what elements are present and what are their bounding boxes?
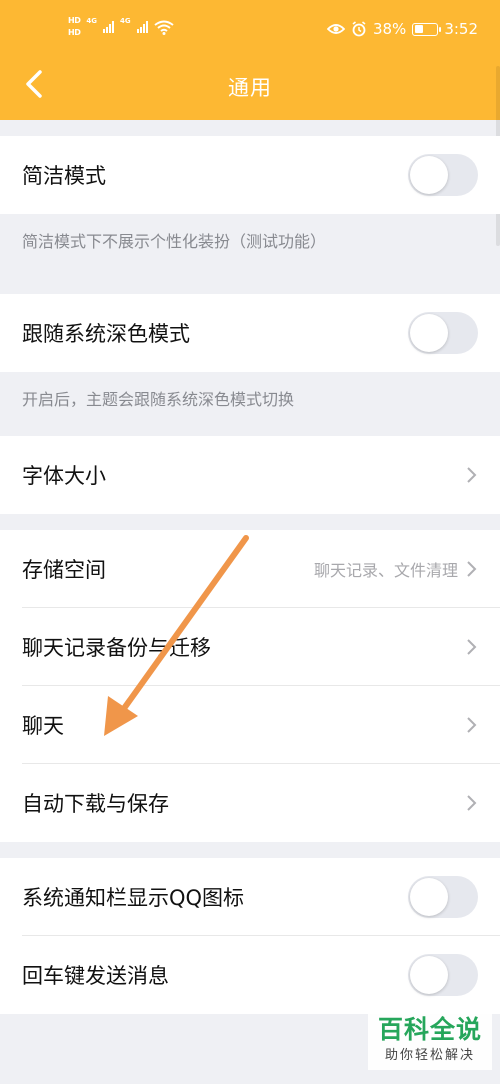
- setting-label: 系统通知栏显示QQ图标: [22, 886, 245, 910]
- page-title: 通用: [228, 76, 272, 100]
- status-bar: HD HD 4G 4G 38% 3:52: [0, 0, 500, 56]
- battery-icon: [412, 22, 442, 36]
- setting-row-notification-icon[interactable]: 系统通知栏显示QQ图标: [0, 858, 500, 936]
- setting-row-storage[interactable]: 存储空间 聊天记录、文件清理: [0, 530, 500, 608]
- setting-note: 简洁模式下不展示个性化装扮（测试功能）: [22, 232, 327, 251]
- chevron-right-icon: [467, 561, 477, 577]
- alarm-icon: [352, 21, 366, 37]
- setting-label: 回车键发送消息: [22, 964, 169, 988]
- setting-value: 聊天记录、文件清理: [313, 561, 458, 580]
- dark-mode-toggle[interactable]: [408, 312, 478, 354]
- network-type-1: 4G: [86, 17, 97, 25]
- watermark-title: 百科全说: [377, 1015, 482, 1044]
- setting-row-dark-mode[interactable]: 跟随系统深色模式: [0, 294, 500, 372]
- setting-row-enter-send[interactable]: 回车键发送消息: [0, 936, 500, 1014]
- eye-icon: [326, 24, 345, 34]
- setting-label: 跟随系统深色模式: [22, 322, 190, 346]
- hd-bottom-icon: HD: [68, 28, 81, 37]
- signal-icon: [102, 21, 114, 33]
- setting-label: 聊天: [22, 714, 64, 738]
- wifi-icon: [153, 20, 174, 35]
- nav-bar: 通用: [0, 56, 500, 120]
- notification-icon-toggle[interactable]: [408, 876, 478, 918]
- header: HD HD 4G 4G 38% 3:52 通用: [0, 0, 500, 120]
- setting-row-auto-download[interactable]: 自动下载与保存: [0, 764, 500, 842]
- network-type-2: 4G: [119, 17, 131, 25]
- setting-label: 字体大小: [22, 464, 106, 488]
- setting-label: 聊天记录备份与迁移: [22, 636, 211, 660]
- chevron-right-icon: [467, 639, 477, 655]
- status-left: HD HD 4G 4G: [68, 16, 174, 38]
- simple-mode-toggle[interactable]: [408, 154, 478, 196]
- battery-percent: 38%: [372, 20, 407, 38]
- watermark-logo: 百科全说 助你轻松解决: [368, 1008, 492, 1070]
- setting-row-chat[interactable]: 聊天: [0, 686, 500, 764]
- setting-label: 简洁模式: [22, 164, 106, 188]
- enter-send-toggle[interactable]: [408, 954, 478, 996]
- clock: 3:52: [444, 20, 478, 38]
- battery-level: [414, 25, 423, 33]
- setting-note: 开启后，主题会跟随系统深色模式切换: [22, 390, 295, 409]
- setting-row-font-size[interactable]: 字体大小: [0, 436, 500, 514]
- signal-icon-2: [136, 21, 148, 33]
- setting-row-simple-mode[interactable]: 简洁模式: [0, 136, 500, 214]
- chevron-right-icon: [467, 467, 477, 483]
- status-right: 38% 3:52: [326, 20, 478, 38]
- watermark-subtitle: 助你轻松解决: [384, 1048, 475, 1063]
- setting-label: 自动下载与保存: [22, 792, 169, 816]
- chevron-right-icon: [467, 795, 477, 811]
- setting-label: 存储空间: [22, 558, 106, 582]
- hd-top-icon: HD: [68, 16, 81, 25]
- setting-row-chat-backup[interactable]: 聊天记录备份与迁移: [0, 608, 500, 686]
- chevron-right-icon: [467, 717, 477, 733]
